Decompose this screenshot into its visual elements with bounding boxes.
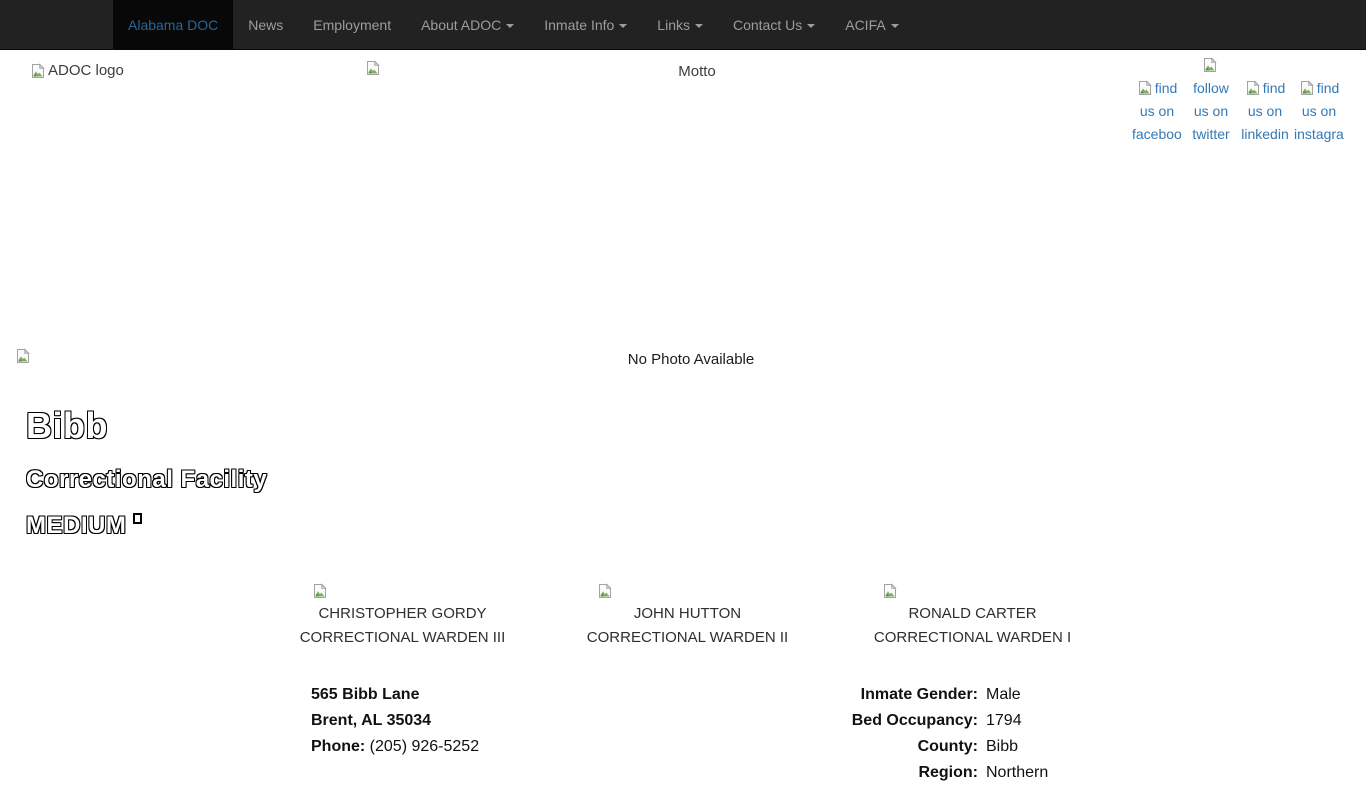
broken-image-icon [15, 348, 31, 364]
linkedin-icon [1245, 80, 1261, 96]
nav-dropdown-contact-us[interactable]: Contact Us [718, 0, 830, 50]
warden-name: JOHN HUTTON [545, 602, 830, 626]
facility-address: 565 Bibb Lane Brent, AL 35034 Phone: (20… [311, 682, 479, 760]
detail-label: Region: [700, 760, 978, 786]
warden-name: CHRISTOPHER GORDY [260, 602, 545, 626]
nav-menu: Alabama DOC News Employment About ADOC I… [113, 0, 1366, 50]
address-line1: 565 Bibb Lane [311, 682, 479, 708]
nav-label: Alabama DOC [128, 17, 218, 33]
adoc-logo-link[interactable]: ADOC logo [30, 62, 124, 79]
top-navbar: Alabama DOC News Employment About ADOC I… [0, 0, 1366, 50]
nav-item-links: Links [642, 0, 718, 50]
chevron-down-icon [891, 24, 899, 28]
nav-dropdown-links[interactable]: Links [642, 0, 718, 50]
address-phone-row: Phone: (205) 926-5252 [311, 734, 479, 760]
facebook-link[interactable]: find us on facebook [1132, 77, 1182, 146]
detail-label: County: [700, 734, 978, 760]
nav-label: ACIFA [845, 17, 885, 33]
adoc-logo-alt-text: ADOC logo [48, 62, 124, 79]
nav-label: Links [657, 17, 690, 33]
nav-label: Inmate Info [544, 17, 614, 33]
nav-link-employment[interactable]: Employment [298, 0, 406, 50]
detail-label: Bed Occupancy: [700, 708, 978, 734]
security-level-text: MEDIUM [26, 512, 126, 539]
motto-image: Motto [365, 60, 1013, 80]
facility-details: Inmate Gender: Male Bed Occupancy: 1794 … [700, 682, 1048, 786]
chevron-down-icon [807, 24, 815, 28]
nav-item-employment: Employment [298, 0, 406, 50]
nav-item-contact-us: Contact Us [718, 0, 830, 50]
nav-item-acifa: ACIFA [830, 0, 913, 50]
broken-image-icon [30, 63, 46, 79]
wardens-row: CHRISTOPHER GORDY CORRECTIONAL WARDEN II… [260, 582, 1116, 650]
chevron-down-icon [506, 24, 514, 28]
nav-link-news[interactable]: News [233, 0, 298, 50]
nav-label: About ADOC [421, 17, 501, 33]
detail-value: Bibb [986, 734, 1048, 760]
warden-card: CHRISTOPHER GORDY CORRECTIONAL WARDEN II… [260, 582, 545, 650]
facebook-icon [1137, 80, 1153, 96]
nav-dropdown-acifa[interactable]: ACIFA [830, 0, 913, 50]
detail-value: Male [986, 682, 1048, 708]
broken-image-icon [312, 583, 328, 599]
facility-photo-alt-text: No Photo Available [31, 351, 1351, 368]
facility-security-level-heading: MEDIUM [26, 512, 142, 540]
instagram-icon [1299, 80, 1315, 96]
twitter-alt-text: follow us on twitter [1192, 80, 1229, 142]
detail-value: Northern [986, 760, 1048, 786]
broken-image-icon [365, 60, 381, 76]
nav-dropdown-about-adoc[interactable]: About ADOC [406, 0, 529, 50]
missing-glyph-box [133, 513, 142, 524]
warden-card: JOHN HUTTON CORRECTIONAL WARDEN II [545, 582, 830, 650]
twitter-icon [1202, 57, 1218, 73]
nav-label: Employment [313, 17, 391, 33]
warden-title: CORRECTIONAL WARDEN I [830, 626, 1115, 650]
address-line2: Brent, AL 35034 [311, 708, 479, 734]
social-links: find us on facebook follow us on twitter… [1132, 56, 1344, 146]
detail-value: 1794 [986, 708, 1048, 734]
nav-item-news: News [233, 0, 298, 50]
facility-name-heading: Bibb [26, 406, 108, 446]
facility-photo: No Photo Available [15, 348, 1351, 368]
linkedin-link[interactable]: find us on linkedin [1240, 77, 1290, 146]
nav-item-about-adoc: About ADOC [406, 0, 529, 50]
nav-item-alabama-doc: Alabama DOC [113, 0, 233, 50]
chevron-down-icon [695, 24, 703, 28]
nav-label: Contact Us [733, 17, 802, 33]
nav-item-inmate-info: Inmate Info [529, 0, 642, 50]
phone-number: (205) 926-5252 [370, 738, 479, 755]
motto-alt-text: Motto [381, 63, 1013, 80]
nav-dropdown-inmate-info[interactable]: Inmate Info [529, 0, 642, 50]
broken-image-icon [597, 583, 613, 599]
instagram-link[interactable]: find us on instagram [1294, 77, 1344, 146]
nav-link-alabama-doc[interactable]: Alabama DOC [113, 0, 233, 50]
chevron-down-icon [619, 24, 627, 28]
phone-label: Phone: [311, 738, 365, 755]
broken-image-icon [882, 583, 898, 599]
warden-card: RONALD CARTER CORRECTIONAL WARDEN I [830, 582, 1115, 650]
detail-label: Inmate Gender: [700, 682, 978, 708]
facility-type-heading: Correctional Facility [26, 466, 267, 494]
twitter-link[interactable]: follow us on twitter [1186, 54, 1236, 146]
warden-title: CORRECTIONAL WARDEN II [545, 626, 830, 650]
warden-name: RONALD CARTER [830, 602, 1115, 626]
warden-title: CORRECTIONAL WARDEN III [260, 626, 545, 650]
nav-label: News [248, 17, 283, 33]
